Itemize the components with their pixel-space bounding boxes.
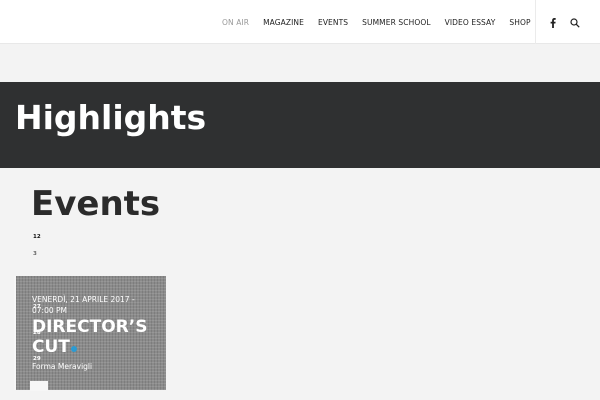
nav-divider xyxy=(535,0,536,44)
facebook-icon[interactable] xyxy=(547,17,559,29)
nav-item-on-air[interactable]: ON AIR xyxy=(222,18,249,27)
nav-item-shop[interactable]: SHOP xyxy=(509,18,530,27)
nav-item-events[interactable]: EVENTS xyxy=(318,18,348,27)
calendar-label: 12 xyxy=(33,234,41,240)
event-title-text: DIRECTOR’S CUT xyxy=(32,317,148,357)
search-icon[interactable] xyxy=(569,17,581,29)
calendar-label: 27 xyxy=(33,304,41,310)
event-venue: Forma Meravigli xyxy=(32,362,93,371)
hero-banner: Highlights xyxy=(0,82,600,168)
calendar-label: 28 xyxy=(33,330,41,336)
event-date: VENERDÌ, 21 APRILE 2017 - 07:00 PM xyxy=(32,295,135,315)
calendar-label: 3 xyxy=(33,251,37,257)
card-tab xyxy=(30,381,48,391)
main-nav: ON AIR MAGAZINE EVENTS SUMMER SCHOOL VID… xyxy=(222,0,545,44)
top-header: ON AIR MAGAZINE EVENTS SUMMER SCHOOL VID… xyxy=(0,0,600,44)
event-title[interactable]: DIRECTOR’S CUT xyxy=(32,317,162,357)
nav-item-summer-school[interactable]: SUMMER SCHOOL xyxy=(362,18,430,27)
calendar-label: 29 xyxy=(33,356,41,362)
hero-title: Highlights xyxy=(15,98,207,137)
nav-item-video-essay[interactable]: VIDEO ESSAY xyxy=(445,18,496,27)
events-heading: Events xyxy=(31,184,161,224)
accent-dot-icon xyxy=(70,346,77,352)
nav-item-magazine[interactable]: MAGAZINE xyxy=(263,18,304,27)
